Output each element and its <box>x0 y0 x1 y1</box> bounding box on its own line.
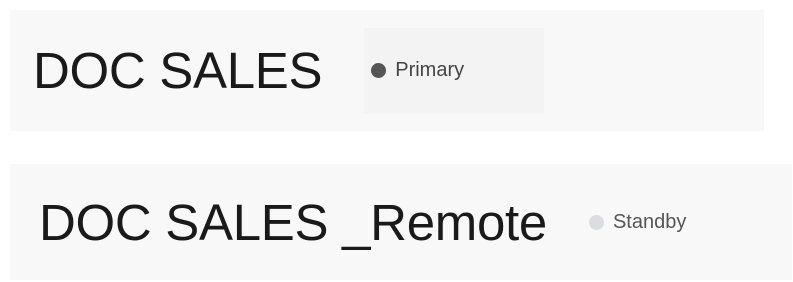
status-label: Primary <box>395 59 465 81</box>
database-name: DOC SALES <box>33 42 323 99</box>
database-card-standby[interactable]: DOC SALES _Remote Standby <box>10 164 792 280</box>
database-name: DOC SALES _Remote <box>39 193 547 251</box>
status-label: Standby <box>612 210 687 233</box>
status-dot-icon <box>371 63 387 78</box>
database-card-primary[interactable]: DOC SALES Primary <box>10 10 764 131</box>
status-indicator: Standby <box>588 210 687 234</box>
status-dot-icon <box>588 214 604 230</box>
status-indicator: Primary <box>371 59 464 82</box>
